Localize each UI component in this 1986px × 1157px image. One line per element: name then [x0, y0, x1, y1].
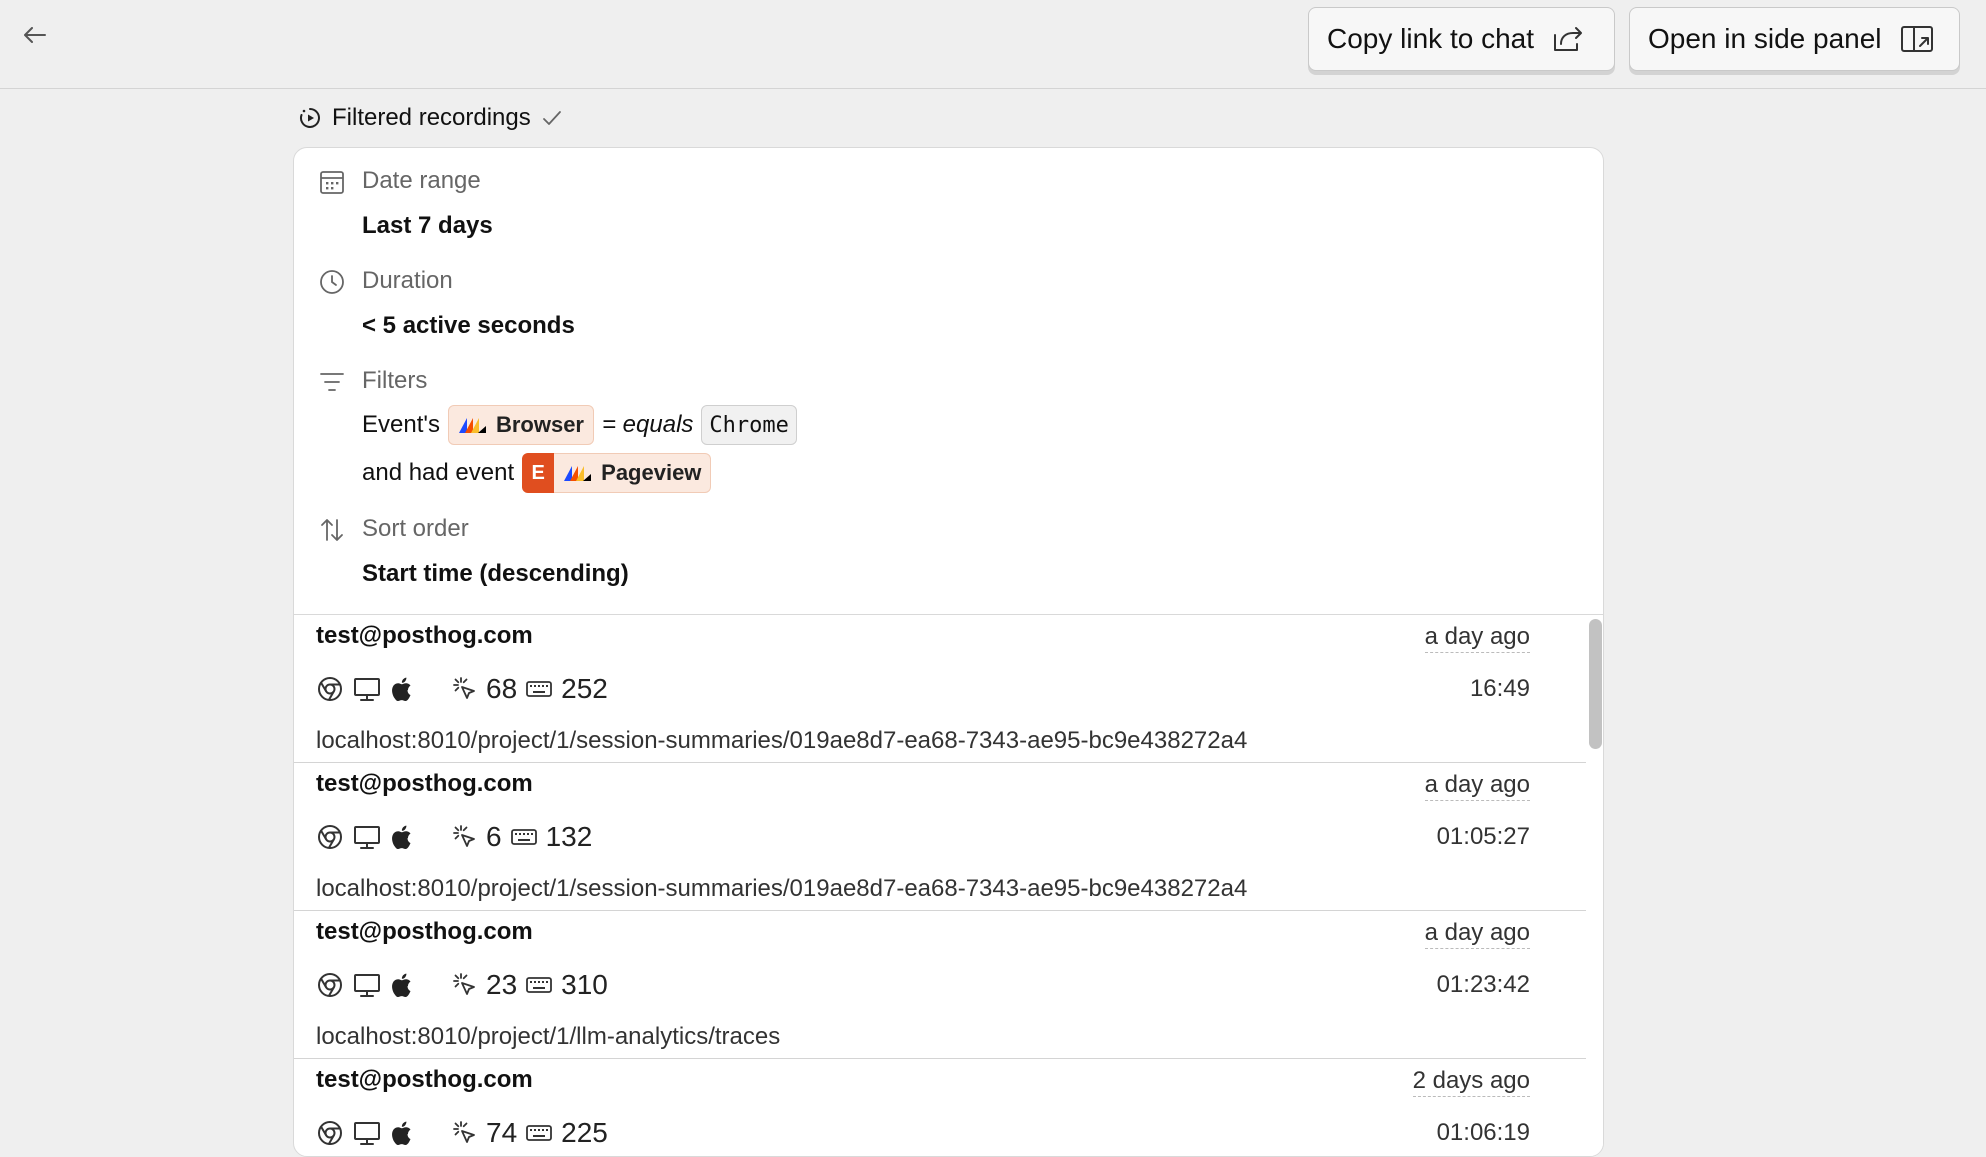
operator-text: = equals — [602, 411, 694, 438]
click-icon — [453, 825, 475, 847]
keypress-count: 252 — [561, 673, 608, 704]
top-bar: Copy link to chat Open in side panel — [0, 0, 1986, 89]
recording-icon — [300, 108, 320, 128]
event-prefix: and had event — [362, 459, 515, 486]
recording-user: test@posthog.com — [316, 622, 533, 649]
recording-url: localhost:8010/project/1/llm-analytics/t… — [316, 1023, 781, 1050]
keypress-count: 225 — [561, 1117, 608, 1148]
click-icon — [453, 1121, 475, 1143]
click-count: 6 — [486, 821, 502, 852]
sort-order-value: Start time (descending) — [362, 560, 629, 587]
property-prefix: Event's — [362, 411, 440, 438]
recording-user: test@posthog.com — [316, 918, 533, 945]
recording-duration: 01:05:27 — [1436, 823, 1530, 850]
scrollbar-thumb[interactable] — [1589, 619, 1602, 749]
recording-user: test@posthog.com — [316, 1066, 533, 1093]
recording-user: test@posthog.com — [316, 770, 533, 797]
recording-relative-time: a day ago — [1424, 918, 1530, 949]
filter-summary: Date range Last 7 days Duration < 5 acti… — [294, 148, 1603, 614]
recording-duration: 01:06:19 — [1436, 1119, 1530, 1146]
filtered-recordings-header: Filtered recordings — [298, 100, 563, 136]
side-panel-label: Open in side panel — [1648, 23, 1882, 54]
keyboard-icon — [526, 977, 553, 993]
recording-relative-time: a day ago — [1424, 770, 1530, 801]
keyboard-icon — [510, 829, 537, 845]
recording-duration: 01:23:42 — [1436, 971, 1530, 998]
click-count: 74 — [486, 1117, 518, 1148]
desktop-icon — [354, 678, 380, 701]
chrome-icon — [318, 677, 342, 701]
recordings-list[interactable]: test@posthog.com a day ago 68 252 16:49 … — [294, 614, 1603, 1156]
desktop-icon — [354, 826, 380, 849]
apple-icon — [392, 1121, 411, 1146]
side-panel-icon — [1900, 26, 1933, 52]
desktop-icon — [354, 974, 380, 997]
browser-property-pill[interactable]: Browser — [447, 405, 594, 445]
recording-stats: 68 252 — [316, 672, 608, 706]
sort-icon — [321, 519, 343, 541]
share-icon — [1554, 27, 1582, 51]
recording-relative-time: a day ago — [1424, 622, 1530, 653]
apple-icon — [392, 825, 411, 850]
apple-icon — [392, 973, 411, 998]
recording-row[interactable]: test@posthog.com 2 days ago 74 225 01:06… — [294, 1059, 1586, 1156]
chrome-icon — [318, 973, 342, 997]
property-value-pill[interactable]: Chrome — [701, 405, 797, 445]
posthog-logo-icon — [564, 466, 592, 481]
click-count: 23 — [486, 969, 518, 1000]
chrome-icon — [318, 825, 342, 849]
copy-link-label: Copy link to chat — [1327, 23, 1534, 54]
keyboard-icon — [526, 681, 553, 697]
scrollbar[interactable] — [1586, 615, 1603, 1156]
duration-value: < 5 active seconds — [362, 312, 575, 339]
apple-icon — [392, 677, 411, 702]
recording-stats: 6 132 — [316, 820, 592, 854]
keyboard-icon — [526, 1125, 553, 1141]
section-title: Filtered recordings — [332, 104, 531, 131]
filters-label: Filters — [362, 367, 428, 394]
property-name: Browser — [495, 412, 584, 437]
recording-row[interactable]: test@posthog.com a day ago 23 310 01:23:… — [294, 911, 1586, 1059]
recording-row[interactable]: test@posthog.com a day ago 6 132 01:05:2… — [294, 763, 1586, 911]
desktop-icon — [354, 1122, 380, 1145]
recording-url: localhost:8010/project/1/session-summari… — [316, 875, 1248, 902]
click-icon — [453, 973, 475, 995]
copy-link-to-chat-button[interactable]: Copy link to chat — [1308, 7, 1615, 71]
click-count: 68 — [486, 673, 518, 704]
keypress-count: 310 — [561, 969, 608, 1000]
event-name: Pageview — [601, 460, 702, 485]
clock-icon — [320, 270, 344, 294]
duration-label: Duration — [362, 267, 453, 294]
recording-stats: 23 310 — [316, 968, 608, 1002]
filter-icon — [320, 373, 344, 391]
chrome-icon — [318, 1121, 342, 1145]
recording-url: localhost:8010/project/1/session-summari… — [316, 727, 1248, 754]
event-filter: and had event E Pageview — [362, 452, 712, 494]
open-in-side-panel-button[interactable]: Open in side panel — [1629, 7, 1960, 71]
recording-relative-time: 2 days ago — [1412, 1066, 1530, 1097]
property-filter: Event's Browser = equals Chrome — [362, 404, 797, 446]
date-range-value: Last 7 days — [362, 212, 493, 239]
recording-row[interactable]: test@posthog.com a day ago 68 252 16:49 … — [294, 615, 1586, 763]
arrow-left-icon — [24, 27, 46, 43]
recordings-card: Date range Last 7 days Duration < 5 acti… — [293, 147, 1604, 1157]
date-range-label: Date range — [362, 167, 481, 194]
back-button[interactable] — [18, 18, 52, 52]
click-icon — [453, 677, 475, 699]
check-icon — [542, 111, 561, 125]
posthog-logo-icon — [458, 418, 486, 433]
calendar-icon — [320, 171, 344, 194]
recording-duration: 16:49 — [1469, 675, 1530, 702]
keypress-count: 132 — [545, 821, 593, 852]
recording-stats: 74 225 — [316, 1116, 608, 1150]
sort-order-label: Sort order — [362, 515, 469, 542]
event-badge: E — [522, 453, 555, 493]
pageview-event-pill[interactable]: E Pageview — [522, 453, 712, 493]
event-name-pill: Pageview — [554, 453, 712, 493]
